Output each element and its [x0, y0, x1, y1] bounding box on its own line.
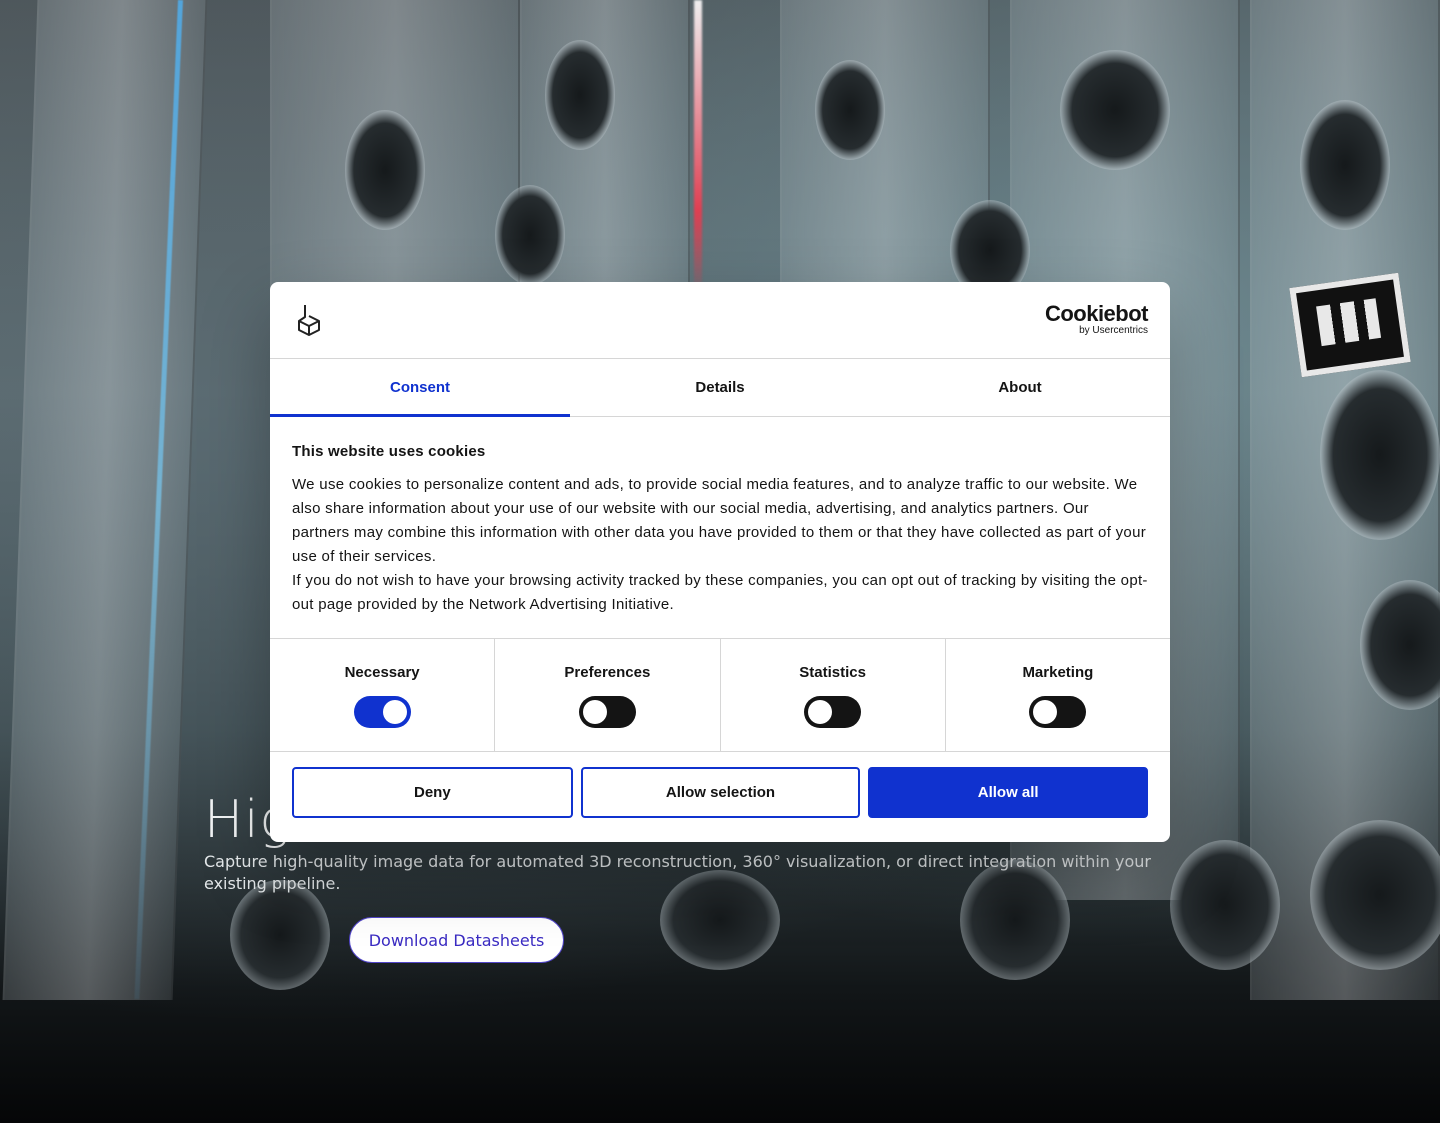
camera-mount [545, 40, 615, 150]
dialog-tabs: Consent Details About [270, 359, 1170, 417]
tab-about[interactable]: About [870, 359, 1170, 416]
dialog-actions: Deny Allow selection Allow all [270, 752, 1170, 818]
category-label: Statistics [799, 664, 866, 681]
camera-mount [1300, 100, 1390, 230]
dialog-header: Cookiebot by Usercentrics [270, 282, 1170, 359]
camera-mount [1310, 820, 1440, 970]
camera-mount [495, 185, 565, 285]
cookiebot-logo[interactable]: Cookiebot by Usercentrics [1044, 301, 1149, 337]
tab-details[interactable]: Details [570, 359, 870, 416]
laser-line-red [694, 0, 702, 300]
allow-selection-button[interactable]: Allow selection [580, 767, 861, 818]
preferences-toggle[interactable] [578, 696, 636, 728]
camera-mount [1060, 50, 1170, 170]
allow-all-button[interactable]: Allow all [868, 767, 1149, 818]
hero-subtitle: Capture high-quality image data for auto… [204, 852, 1151, 893]
consent-heading: This website uses cookies [292, 443, 486, 460]
rig-panel [2, 0, 208, 1000]
tab-consent[interactable]: Consent [270, 359, 570, 417]
category-preferences: Preferences [495, 639, 721, 751]
category-marketing: Marketing [946, 639, 1170, 751]
calibration-marker [1289, 272, 1411, 378]
statistics-toggle[interactable] [804, 696, 862, 728]
consent-paragraph: We use cookies to personalize content an… [292, 476, 1147, 565]
cookie-categories: Necessary Preferences Statistics Marketi… [270, 639, 1170, 752]
cookiebot-wordmark: Cookiebot [1044, 301, 1149, 326]
category-label: Preferences [564, 664, 651, 681]
cookiebot-byline: by Usercentrics [1079, 325, 1148, 336]
toggle-knob [1033, 700, 1058, 724]
camera-mount [230, 880, 330, 990]
marketing-toggle[interactable] [1029, 696, 1087, 728]
camera-mount [345, 110, 425, 230]
category-label: Marketing [1022, 664, 1094, 681]
consent-body: This website uses cookies We use cookies… [270, 417, 1170, 639]
camera-mount [815, 60, 885, 160]
toggle-knob [808, 700, 833, 724]
download-datasheets-button[interactable]: Download Datasheets [349, 917, 564, 963]
category-necessary: Necessary [270, 639, 496, 751]
category-statistics: Statistics [721, 639, 946, 751]
site-logo-icon [298, 305, 320, 336]
category-label: Necessary [344, 664, 420, 681]
deny-button[interactable]: Deny [292, 767, 573, 818]
toggle-knob [382, 700, 407, 724]
toggle-knob [582, 700, 607, 724]
cookie-consent-dialog: Cookiebot by Usercentrics Consent Detail… [270, 282, 1170, 842]
necessary-toggle[interactable] [353, 696, 411, 728]
camera-mount [1320, 370, 1440, 540]
consent-paragraph: If you do not wish to have your browsing… [292, 572, 1148, 613]
